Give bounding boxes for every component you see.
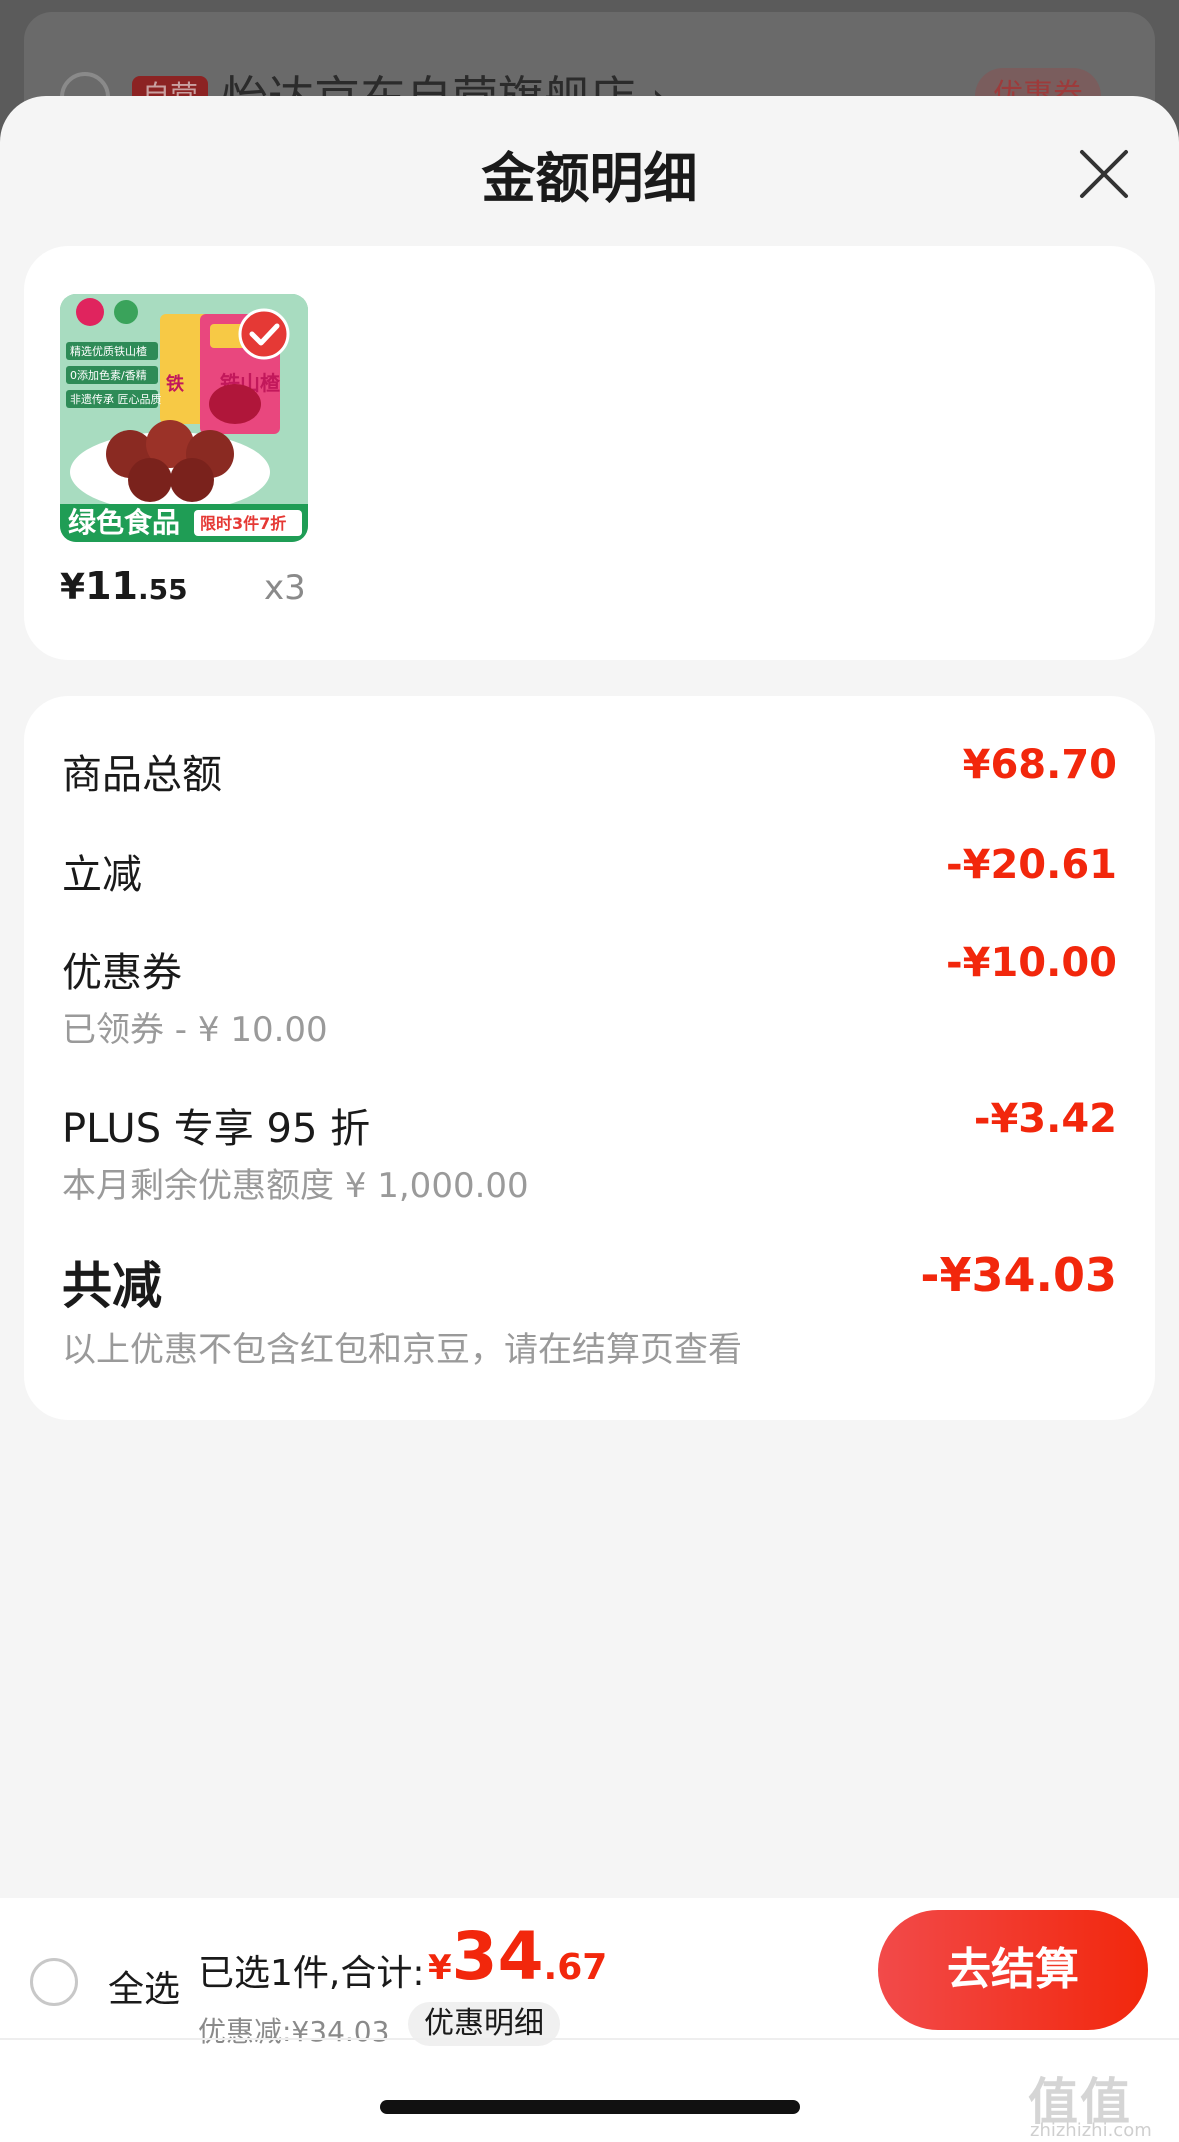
- total-price-yen: ¥: [428, 1948, 452, 1988]
- divider: [0, 2038, 1179, 2040]
- product-price-yen: ¥: [60, 567, 86, 608]
- summary-sub-plus: 本月剩余优惠额度 ¥ 1,000.00: [62, 1166, 529, 1206]
- product-price-int: 11: [85, 564, 138, 608]
- selected-count-text: 已选1件,合计:: [198, 1953, 425, 1994]
- amount-detail-sheet: 金额明细 铁山楂 铁 精选优质铁山楂 0添加色素/香精 非遗传承 匠心品质 绿色…: [0, 96, 1179, 2142]
- svg-text:非遗传承 匠心品质: 非遗传承 匠心品质: [70, 392, 162, 406]
- product-image[interactable]: 铁山楂 铁 精选优质铁山楂 0添加色素/香精 非遗传承 匠心品质 绿色食品 限时…: [60, 294, 308, 542]
- product-quantity: x3: [264, 568, 306, 608]
- summary-value-plus: -¥3.42: [973, 1096, 1117, 1142]
- watermark-url: zhizhizhi.com: [1030, 2120, 1152, 2141]
- summary-sub-coupon: 已领券 - ¥ 10.00: [62, 1010, 328, 1050]
- product-image-title: 绿色食品: [68, 506, 180, 539]
- select-all-label[interactable]: 全选: [108, 1960, 180, 2012]
- summary-note: 以上优惠不包含红包和京豆，请在结算页查看: [62, 1330, 742, 1370]
- svg-text:0添加色素/香精: 0添加色素/香精: [70, 368, 147, 382]
- sheet-title: 金额明细: [481, 147, 698, 210]
- product-price-dec: .55: [137, 573, 188, 606]
- total-price: ¥34.67: [428, 1918, 607, 1995]
- product-image-promo: 限时3件7折: [200, 514, 286, 533]
- summary-total-value: -¥34.03: [920, 1248, 1117, 1302]
- summary-label-instant-discount: 立减: [62, 852, 142, 898]
- total-price-int: 34: [451, 1918, 544, 1995]
- summary-value-coupon: -¥10.00: [946, 940, 1117, 986]
- svg-text:精选优质铁山楂: 精选优质铁山楂: [70, 344, 147, 358]
- summary-card: 商品总额 ¥68.70 立减 -¥20.61 优惠券 -¥10.00 已领券 -…: [24, 696, 1155, 1420]
- product-price: ¥11.55: [60, 564, 188, 608]
- summary-value-goods-total: ¥68.70: [962, 742, 1117, 788]
- total-price-dec: .67: [543, 1947, 608, 1988]
- summary-label-goods-total: 商品总额: [62, 752, 222, 798]
- summary-total-label: 共减: [62, 1257, 162, 1315]
- checkout-button[interactable]: 去结算: [878, 1910, 1148, 2030]
- checkout-bar: 全选 已选1件,合计: ¥34.67 优惠减:¥34.03 优惠明细 去结算 值…: [0, 1898, 1179, 2142]
- svg-text:铁: 铁: [166, 373, 184, 395]
- product-card: 铁山楂 铁 精选优质铁山楂 0添加色素/香精 非遗传承 匠心品质 绿色食品 限时…: [24, 246, 1155, 660]
- select-all-radio[interactable]: [30, 1958, 78, 2006]
- summary-value-instant-discount: -¥20.61: [946, 842, 1117, 888]
- home-indicator[interactable]: [380, 2100, 800, 2114]
- discount-text: 优惠减:¥34.03: [198, 2015, 390, 2048]
- summary-label-coupon: 优惠券: [62, 950, 182, 996]
- summary-label-plus: PLUS 专享 95 折: [62, 1106, 371, 1152]
- close-icon[interactable]: [1072, 142, 1136, 206]
